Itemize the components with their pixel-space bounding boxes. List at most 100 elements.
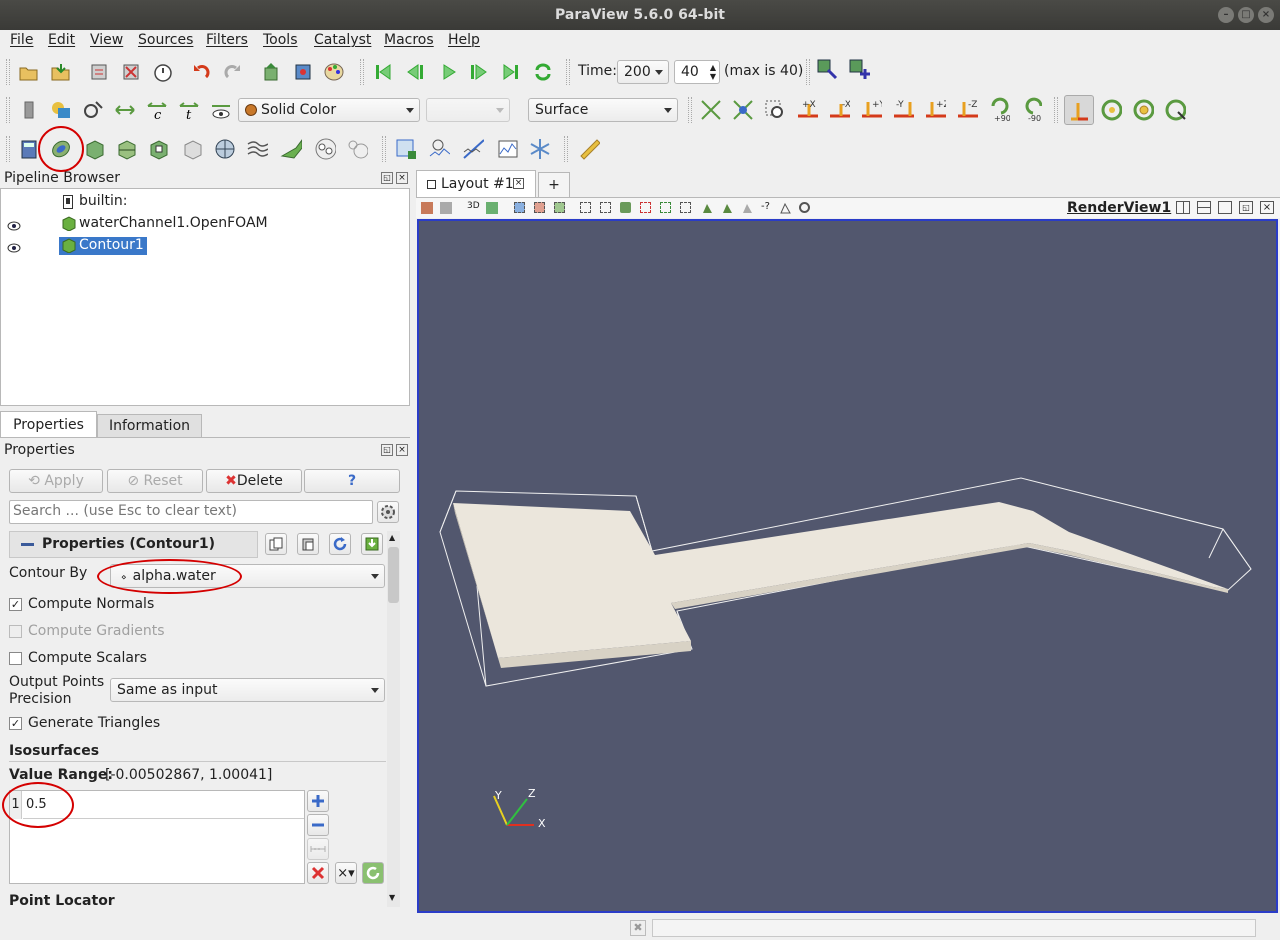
python-calculator-icon[interactable] bbox=[528, 138, 550, 160]
extract-selection-icon[interactable] bbox=[394, 138, 416, 160]
menu-view[interactable]: View bbox=[90, 32, 123, 48]
component-combo[interactable] bbox=[426, 98, 510, 122]
close-button[interactable]: × bbox=[1258, 7, 1274, 23]
slice-icon[interactable] bbox=[116, 138, 138, 160]
menu-help[interactable]: Help bbox=[448, 32, 480, 48]
reset-camera-closest-icon[interactable] bbox=[700, 99, 722, 121]
previous-frame-icon[interactable] bbox=[404, 61, 426, 83]
stream-tracer-icon[interactable] bbox=[246, 138, 268, 160]
rescale-c-icon[interactable]: c bbox=[146, 99, 168, 121]
select-points-through-icon[interactable] bbox=[580, 202, 591, 213]
add-camera-link-icon[interactable] bbox=[848, 58, 870, 80]
view-plus-x-icon[interactable]: +X bbox=[796, 99, 818, 121]
show-center-icon[interactable] bbox=[1100, 99, 1122, 121]
close-panel-icon[interactable]: × bbox=[396, 172, 408, 184]
rotate-minus-90-icon[interactable]: -90 bbox=[1020, 97, 1042, 122]
hover-points-icon[interactable] bbox=[680, 202, 691, 213]
add-layout-tab-button[interactable]: + bbox=[538, 172, 570, 198]
reset-camera-icon[interactable] bbox=[260, 61, 282, 83]
tab-properties[interactable]: Properties bbox=[0, 411, 97, 438]
menu-edit[interactable]: Edit bbox=[48, 32, 75, 48]
close-view-icon[interactable]: × bbox=[1260, 201, 1274, 214]
maximize-button[interactable]: □ bbox=[1238, 7, 1254, 23]
grow-selection-icon[interactable] bbox=[722, 202, 733, 213]
pipeline-item-contour1[interactable]: Contour1 bbox=[79, 237, 144, 253]
representation-combo[interactable]: Surface bbox=[528, 98, 678, 122]
scrollbar-thumb[interactable] bbox=[388, 547, 399, 603]
split-horizontal-icon[interactable] bbox=[1176, 201, 1190, 214]
menu-macros[interactable]: Macros bbox=[384, 32, 434, 48]
group-datasets-icon[interactable] bbox=[314, 138, 336, 160]
camera-undo-icon[interactable] bbox=[440, 202, 452, 214]
view-plus-y-icon[interactable]: +Y bbox=[860, 99, 882, 121]
loop-icon[interactable] bbox=[532, 61, 554, 83]
select-blocks-icon[interactable] bbox=[620, 202, 631, 213]
find-data-icon[interactable] bbox=[816, 58, 838, 80]
view-minus-z-icon[interactable]: -Z bbox=[956, 99, 978, 121]
output-points-precision-combo[interactable]: Same as input bbox=[110, 678, 385, 702]
remove-all-icon[interactable] bbox=[307, 862, 329, 884]
select-polygon-icon[interactable] bbox=[600, 202, 611, 213]
glyph-icon[interactable] bbox=[214, 138, 236, 160]
extract-level-icon[interactable] bbox=[346, 138, 368, 160]
compute-scalars-checkbox[interactable] bbox=[9, 652, 22, 665]
tab-layout-1[interactable]: Layout #1 × bbox=[416, 170, 536, 198]
add-range-icon[interactable] bbox=[307, 838, 329, 860]
toggle-3d-button[interactable]: 3D bbox=[467, 201, 480, 211]
scroll-down-icon[interactable]: ▼ bbox=[389, 893, 395, 902]
reset-range-icon[interactable] bbox=[82, 99, 104, 121]
camera-redo-icon[interactable] bbox=[486, 202, 498, 214]
status-clear-icon[interactable]: ✖ bbox=[630, 920, 646, 936]
last-frame-icon[interactable] bbox=[500, 61, 522, 83]
properties-scrollbar[interactable]: ▲ ▼ bbox=[387, 531, 400, 907]
split-vertical-icon[interactable] bbox=[1197, 201, 1211, 214]
plot-data-icon[interactable] bbox=[496, 138, 518, 160]
delete-button[interactable]: ✖Delete bbox=[206, 469, 302, 493]
clear-selection-icon[interactable] bbox=[799, 202, 810, 213]
timer-icon[interactable] bbox=[152, 61, 174, 83]
apply-button[interactable]: ⟲ Apply bbox=[9, 469, 103, 493]
pick-center-rotation-icon[interactable] bbox=[1164, 99, 1186, 121]
show-orientation-axes-icon[interactable] bbox=[1064, 95, 1094, 125]
compute-normals-checkbox[interactable]: ✓ bbox=[9, 598, 22, 611]
advanced-settings-gear-icon[interactable] bbox=[377, 501, 399, 523]
color-palette-icon[interactable] bbox=[324, 61, 346, 83]
copy-icon[interactable] bbox=[265, 533, 287, 555]
reset-center-icon[interactable] bbox=[1132, 99, 1154, 121]
zoom-to-data-icon[interactable] bbox=[732, 99, 754, 121]
rescale-custom-icon[interactable] bbox=[114, 99, 136, 121]
interactive-select-points-icon[interactable] bbox=[660, 202, 671, 213]
play-icon[interactable] bbox=[438, 61, 460, 83]
undock-icon[interactable]: ◱ bbox=[381, 444, 393, 456]
paste-icon[interactable] bbox=[297, 533, 319, 555]
minimize-button[interactable]: – bbox=[1218, 7, 1234, 23]
clear-menu-icon[interactable]: ×▾ bbox=[335, 862, 357, 884]
menu-tools[interactable]: Tools bbox=[263, 32, 298, 48]
pipeline-item-openfoam[interactable]: waterChannel1.OpenFOAM bbox=[79, 215, 268, 231]
view-minus-y-icon[interactable]: -Y bbox=[892, 99, 914, 121]
next-frame-icon[interactable] bbox=[468, 61, 490, 83]
render-view[interactable]: Y X Z bbox=[417, 219, 1278, 913]
section-header[interactable]: Properties (Contour1) bbox=[9, 531, 258, 558]
disconnect-icon[interactable] bbox=[120, 61, 142, 83]
generate-triangles-checkbox[interactable]: ✓ bbox=[9, 717, 22, 730]
tab-information[interactable]: Information bbox=[97, 414, 202, 438]
save-defaults-icon[interactable] bbox=[361, 533, 383, 555]
reload-icon[interactable] bbox=[329, 533, 351, 555]
remove-value-icon[interactable] bbox=[307, 814, 329, 836]
load-state-icon[interactable] bbox=[50, 61, 72, 83]
first-frame-icon[interactable] bbox=[372, 61, 394, 83]
time-index-spinbox[interactable]: 40 ▲ ▼ bbox=[674, 60, 720, 84]
select-points-on-icon[interactable] bbox=[534, 202, 545, 213]
extract-subset-icon[interactable] bbox=[182, 138, 204, 160]
reset-button[interactable]: ⊘ Reset bbox=[107, 469, 203, 493]
hover-cells-icon[interactable] bbox=[702, 202, 713, 213]
time-value-combo[interactable]: 200 bbox=[617, 60, 669, 84]
redo-icon[interactable] bbox=[222, 61, 244, 83]
warp-by-vector-icon[interactable] bbox=[280, 138, 302, 160]
plot-selection-over-time-icon[interactable] bbox=[428, 138, 450, 160]
rescale-t-icon[interactable]: t bbox=[178, 99, 200, 121]
search-input[interactable]: Search ... (use Esc to clear text) bbox=[9, 500, 373, 524]
shrink-selection-icon[interactable] bbox=[742, 202, 753, 213]
reset-range-button-icon[interactable] bbox=[362, 862, 384, 884]
